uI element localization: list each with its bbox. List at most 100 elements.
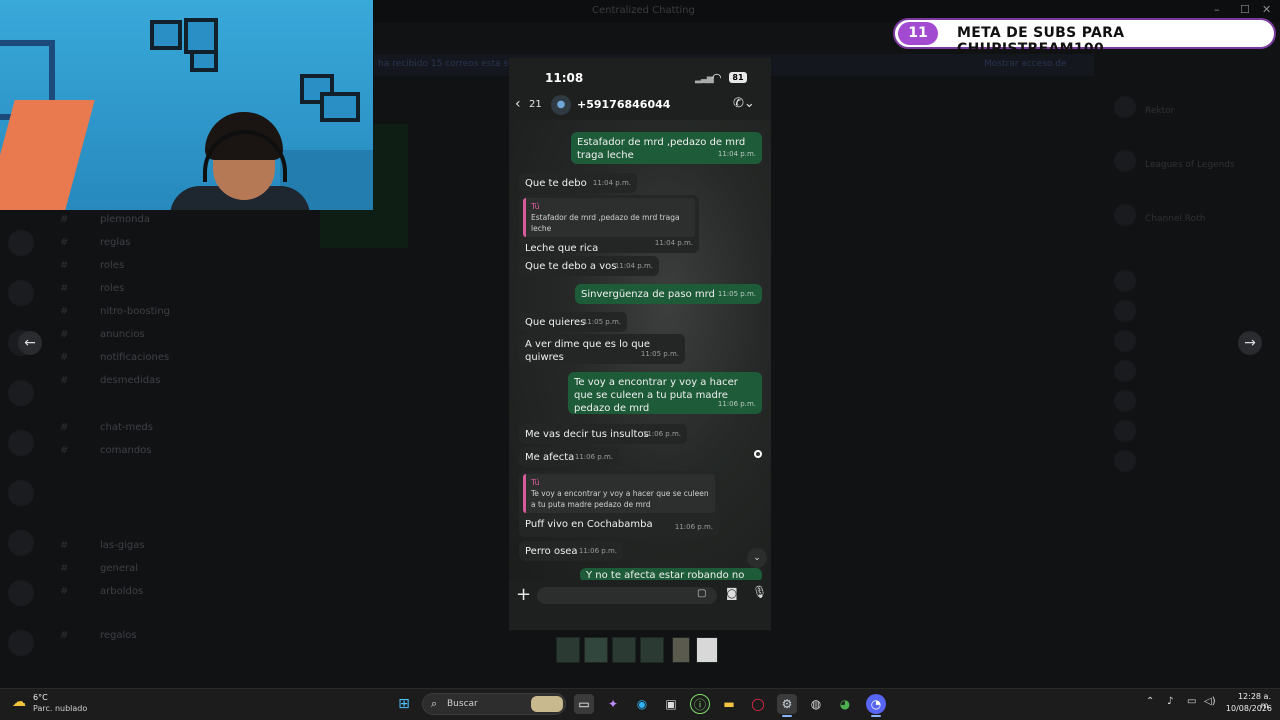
steam-icon[interactable]: ⚙ [777, 694, 797, 714]
quoted-reply[interactable]: Tú Estafador de mrd ,pedazo de mrd traga… [523, 198, 695, 237]
plus-icon[interactable]: + [516, 584, 531, 605]
channel-item[interactable]: # plemonda [60, 214, 150, 225]
window-title: Centralized Chatting [592, 5, 695, 16]
taskbar-search[interactable]: ⌕ Buscar [422, 693, 566, 715]
channel-item[interactable]: # comandos [60, 445, 152, 456]
avatar[interactable] [1114, 360, 1136, 382]
message-time: 11:06 p.m. [574, 453, 613, 461]
network-icon[interactable]: ▭ [1187, 696, 1196, 707]
contact-number[interactable]: +59176846044 [577, 98, 670, 111]
channel-item[interactable]: # notificaciones [60, 352, 169, 363]
channel-list: # plemonda # reglas # roles # roles # nitro-b… [0, 210, 250, 680]
obs-icon[interactable]: ◍ [806, 694, 826, 714]
sub-goal-text: META DE SUBS PARA CHUPISTREAM100 [957, 25, 1125, 57]
maximize-icon[interactable]: ☐ [1240, 3, 1250, 16]
image-thumbnail[interactable] [612, 637, 636, 663]
search-highlight-image [531, 696, 563, 712]
quoted-reply[interactable]: Tú Te voy a encontrar y voy a hacer que … [523, 474, 715, 513]
member-name: Leagues of Legends [1145, 160, 1235, 170]
weather-temperature[interactable]: 6°C [33, 693, 48, 702]
hash-icon: # [60, 260, 69, 271]
message-bubble: Que quieres 11:05 p.m. [519, 312, 627, 332]
whatsapp-screenshot: 11:08 ▂▃▅ ◠ 81 ‹ 21 ● +59176846044 ✆⌄ Es… [509, 58, 771, 630]
message-time: 11:05 p.m. [582, 318, 621, 326]
message-time: 11:06 p.m. [674, 523, 713, 531]
channel-item[interactable]: # anuncios [60, 329, 145, 340]
sticker-icon[interactable]: ▢ [697, 588, 706, 599]
image-thumbnail[interactable] [640, 637, 664, 663]
avatar[interactable] [1114, 150, 1136, 172]
file-explorer-icon[interactable]: ▬ [719, 694, 739, 714]
camera-icon[interactable]: ◙ [726, 586, 738, 600]
message-time: 11:06 p.m. [578, 547, 617, 555]
channel-item[interactable]: # roles [60, 260, 124, 271]
opera-gx-icon[interactable]: ◯ [748, 694, 768, 714]
phone-status-bar: 11:08 ▂▃▅ ◠ 81 [509, 58, 771, 96]
microphone-tray-icon[interactable]: ♪ [1167, 696, 1173, 707]
webcam-wall-frame [320, 92, 360, 122]
webcam-wall-frame [184, 18, 218, 54]
channel-item[interactable]: # general [60, 563, 138, 574]
battery-icon: 81 [729, 72, 747, 83]
reply-text: Estafador de mrd ,pedazo de mrd traga le… [531, 213, 680, 233]
clock-date[interactable]: 10/08/2026 [1222, 704, 1272, 713]
avatar[interactable] [1114, 420, 1136, 442]
discord-icon[interactable]: ◔ [866, 694, 886, 714]
hash-icon: # [60, 630, 69, 641]
contact-avatar[interactable]: ● [551, 95, 571, 115]
previous-image-button[interactable]: ← [18, 331, 42, 355]
avatar[interactable] [1114, 96, 1136, 118]
next-image-button[interactable]: → [1238, 331, 1262, 355]
weather-description[interactable]: Parc. nublado [33, 704, 87, 713]
avatar[interactable] [1114, 270, 1136, 292]
banner-action[interactable]: Mostrar acceso de [984, 59, 1067, 69]
channel-item[interactable]: # desmedidas [60, 375, 160, 386]
avatar[interactable] [1114, 390, 1136, 412]
status-time: 11:08 [545, 71, 584, 85]
avatar[interactable] [1114, 300, 1136, 322]
chat-header: ‹ 21 ● +59176846044 ✆⌄ [509, 92, 771, 120]
image-thumbnail[interactable] [584, 637, 608, 663]
webcam-overlay [0, 0, 373, 210]
windows-start-icon[interactable]: ⊞ [394, 694, 414, 714]
back-chevron-icon[interactable]: ‹ [515, 96, 521, 112]
hash-icon: # [60, 540, 69, 551]
channel-item[interactable]: # roles [60, 283, 124, 294]
app-icon[interactable]: ⓘ [690, 694, 710, 714]
active-app-indicator [871, 715, 881, 717]
channel-item[interactable]: # regalos [60, 630, 137, 641]
edge-browser-icon[interactable]: ◉ [632, 694, 652, 714]
channel-item[interactable]: # nitro-boosting [60, 306, 170, 317]
channel-item[interactable]: # chat-meds [60, 422, 153, 433]
message-input[interactable] [537, 587, 717, 604]
image-thumbnail[interactable] [556, 637, 580, 663]
avatar[interactable] [1114, 330, 1136, 352]
minimize-icon[interactable]: – [1214, 3, 1220, 16]
phone-call-icon[interactable]: ✆⌄ [733, 96, 755, 111]
chrome-icon[interactable]: ◕ [835, 694, 855, 714]
channel-item[interactable]: # las-gigas [60, 540, 145, 551]
channel-item[interactable]: # reglas [60, 237, 131, 248]
image-thumbnail[interactable] [672, 637, 690, 663]
microphone-icon[interactable]: 🎙 [752, 585, 767, 599]
channel-item[interactable]: # arboldos [60, 586, 143, 597]
avatar[interactable] [1114, 204, 1136, 226]
copilot-icon[interactable]: ✦ [603, 694, 623, 714]
task-view-icon[interactable]: ▭ [574, 694, 594, 714]
message-time: 11:04 p.m. [614, 262, 653, 270]
close-icon[interactable]: ✕ [1262, 3, 1271, 16]
message-bubble: A ver dime que es lo que quiwres 11:05 p… [519, 334, 685, 364]
image-thumbnail[interactable] [696, 637, 718, 663]
message-bubble: Que te debo a vos 11:04 p.m. [519, 256, 659, 276]
partly-cloudy-icon[interactable]: ☁ [12, 694, 26, 710]
scroll-down-chevron-icon[interactable]: ⌄ [747, 548, 767, 568]
chevron-up-icon[interactable]: ⌃ [1146, 696, 1154, 707]
hash-icon: # [60, 375, 69, 386]
message-time: 11:05 p.m. [640, 350, 679, 358]
avatar[interactable] [1114, 450, 1136, 472]
wifi-icon: ◠ [712, 71, 722, 84]
volume-icon[interactable]: ◁) [1204, 696, 1216, 707]
hash-icon: # [60, 422, 69, 433]
webcam-wall-frame [190, 50, 218, 72]
microsoft-store-icon[interactable]: ▣ [661, 694, 681, 714]
